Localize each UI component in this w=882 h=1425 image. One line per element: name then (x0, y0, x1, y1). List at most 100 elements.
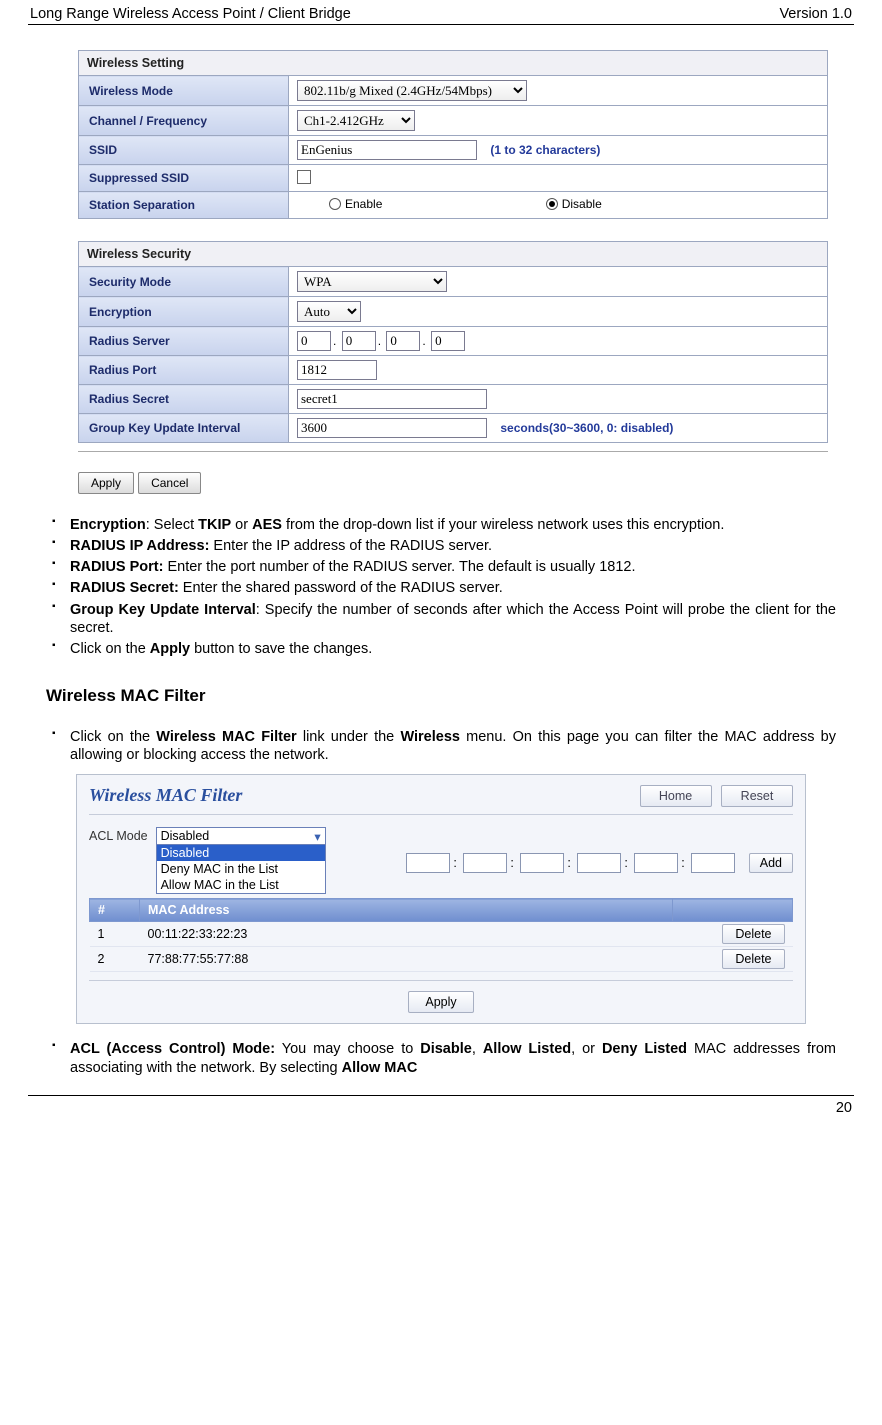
mac-address-table: # MAC Address 1 00:11:22:33:22:23 Delete… (89, 898, 793, 972)
acl-options-list: Disabled Deny MAC in the List Allow MAC … (156, 845, 326, 894)
label-security-mode: Security Mode (79, 267, 289, 297)
channel-select[interactable]: Ch1-2.412GHz (297, 110, 415, 131)
wireless-setting-panel: Wireless Setting Wireless Mode 802.11b/g… (28, 50, 854, 494)
wireless-security-title: Wireless Security (79, 242, 828, 267)
mac-octet-5[interactable] (634, 853, 678, 873)
instructions-list: Encryption: Select TKIP or AES from the … (46, 516, 836, 658)
radius-ip-4[interactable] (431, 331, 465, 351)
label-encryption: Encryption (79, 297, 289, 327)
security-mode-select[interactable]: WPA (297, 271, 447, 292)
wireless-setting-table: Wireless Setting Wireless Mode 802.11b/g… (78, 50, 828, 219)
radio-icon (546, 198, 558, 210)
radio-label-disable: Disable (562, 197, 602, 211)
mac-octet-1[interactable] (406, 853, 450, 873)
header-left: Long Range Wireless Access Point / Clien… (30, 6, 351, 22)
acl-option[interactable]: Allow MAC in the List (157, 877, 325, 893)
table-row: 2 77:88:77:55:77:88 Delete (90, 947, 793, 972)
mac-octet-4[interactable] (577, 853, 621, 873)
th-action (673, 899, 793, 922)
radius-ip-1[interactable] (297, 331, 331, 351)
row-channel: Channel / Frequency Ch1-2.412GHz (79, 106, 828, 136)
row-radius-port: Radius Port (79, 356, 828, 385)
row-suppressed-ssid: Suppressed SSID (79, 165, 828, 192)
mac-octet-6[interactable] (691, 853, 735, 873)
encryption-select[interactable]: Auto (297, 301, 361, 322)
th-mac: MAC Address (140, 899, 673, 922)
row-radius-secret: Radius Secret (79, 385, 828, 414)
label-station-separation: Station Separation (79, 192, 289, 219)
station-sep-disable[interactable]: Disable (546, 197, 602, 211)
delete-button[interactable]: Delete (722, 949, 784, 969)
station-sep-enable[interactable]: Enable (329, 197, 382, 211)
radius-secret-input[interactable] (297, 389, 487, 409)
colon-icon: : (453, 856, 456, 870)
separator (89, 980, 793, 981)
instr-encryption: Encryption: Select TKIP or AES from the … (46, 516, 836, 534)
acl-mode-row: ACL Mode Disabled Disabled Deny MAC in t… (89, 827, 793, 894)
wireless-setting-title: Wireless Setting (79, 51, 828, 76)
mac-apply-button[interactable]: Apply (408, 991, 473, 1013)
acl-mode-select[interactable]: Disabled Disabled Deny MAC in the List A… (156, 827, 326, 894)
home-button[interactable]: Home (640, 785, 712, 807)
instr-acl-mode: ACL (Access Control) Mode: You may choos… (46, 1040, 836, 1077)
add-button[interactable]: Add (749, 853, 793, 873)
label-channel: Channel / Frequency (79, 106, 289, 136)
page-header: Long Range Wireless Access Point / Clien… (28, 0, 854, 25)
radius-port-input[interactable] (297, 360, 377, 380)
radius-ip-2[interactable] (342, 331, 376, 351)
mac-filter-panel: Wireless MAC Filter Home Reset ACL Mode … (76, 774, 806, 1024)
acl-mode-label: ACL Mode (89, 827, 148, 843)
row-encryption: Encryption Auto (79, 297, 828, 327)
reset-button[interactable]: Reset (721, 785, 793, 807)
radio-icon (329, 198, 341, 210)
instr-radius-ip: RADIUS IP Address: Enter the IP address … (46, 537, 836, 555)
suppressed-ssid-checkbox[interactable] (297, 170, 311, 184)
separator (78, 451, 828, 452)
ssid-hint: (1 to 32 characters) (490, 143, 600, 157)
page-number: 20 (836, 1100, 852, 1116)
dot-icon: . (333, 334, 336, 348)
mac-panel-title: Wireless MAC Filter (89, 785, 242, 806)
wireless-mode-select[interactable]: 802.11b/g Mixed (2.4GHz/54Mbps) (297, 80, 527, 101)
label-suppressed-ssid: Suppressed SSID (79, 165, 289, 192)
acl-option[interactable]: Deny MAC in the List (157, 861, 325, 877)
delete-button[interactable]: Delete (722, 924, 784, 944)
instr-apply: Click on the Apply button to save the ch… (46, 640, 836, 658)
radius-ip-3[interactable] (386, 331, 420, 351)
instr-radius-secret: RADIUS Secret: Enter the shared password… (46, 579, 836, 597)
header-right: Version 1.0 (779, 6, 852, 22)
row-wireless-mode: Wireless Mode 802.11b/g Mixed (2.4GHz/54… (79, 76, 828, 106)
cancel-button[interactable]: Cancel (138, 472, 201, 494)
page-footer: 20 (28, 1095, 854, 1124)
row-station-separation: Station Separation Enable Disable (79, 192, 828, 219)
group-key-input[interactable] (297, 418, 487, 438)
dot-icon: . (378, 334, 381, 348)
apply-button[interactable]: Apply (78, 472, 134, 494)
ssid-input[interactable] (297, 140, 477, 160)
instr-group-key: Group Key Update Interval: Specify the n… (46, 601, 836, 637)
row-ssid: SSID (1 to 32 characters) (79, 136, 828, 165)
acl-mode-description: ACL (Access Control) Mode: You may choos… (46, 1040, 836, 1077)
label-group-key-update: Group Key Update Interval (79, 414, 289, 443)
mac-octet-3[interactable] (520, 853, 564, 873)
row-radius-server: Radius Server . . . (79, 327, 828, 356)
mac-filter-heading: Wireless MAC Filter (46, 686, 836, 706)
cell-num: 2 (90, 947, 140, 972)
mac-intro-list: Click on the Wireless MAC Filter link un… (46, 728, 836, 764)
colon-icon: : (681, 856, 684, 870)
acl-selected-value: Disabled (156, 827, 326, 845)
mac-octet-2[interactable] (463, 853, 507, 873)
cell-mac: 00:11:22:33:22:23 (140, 922, 673, 947)
cell-num: 1 (90, 922, 140, 947)
row-group-key-update: Group Key Update Interval seconds(30~360… (79, 414, 828, 443)
label-wireless-mode: Wireless Mode (79, 76, 289, 106)
label-radius-port: Radius Port (79, 356, 289, 385)
acl-option[interactable]: Disabled (157, 845, 325, 861)
colon-icon: : (624, 856, 627, 870)
mac-intro: Click on the Wireless MAC Filter link un… (46, 728, 836, 764)
instr-radius-port: RADIUS Port: Enter the port number of th… (46, 558, 836, 576)
label-radius-server: Radius Server (79, 327, 289, 356)
cell-mac: 77:88:77:55:77:88 (140, 947, 673, 972)
separator (89, 814, 793, 815)
wireless-security-table: Wireless Security Security Mode WPA Encr… (78, 241, 828, 443)
